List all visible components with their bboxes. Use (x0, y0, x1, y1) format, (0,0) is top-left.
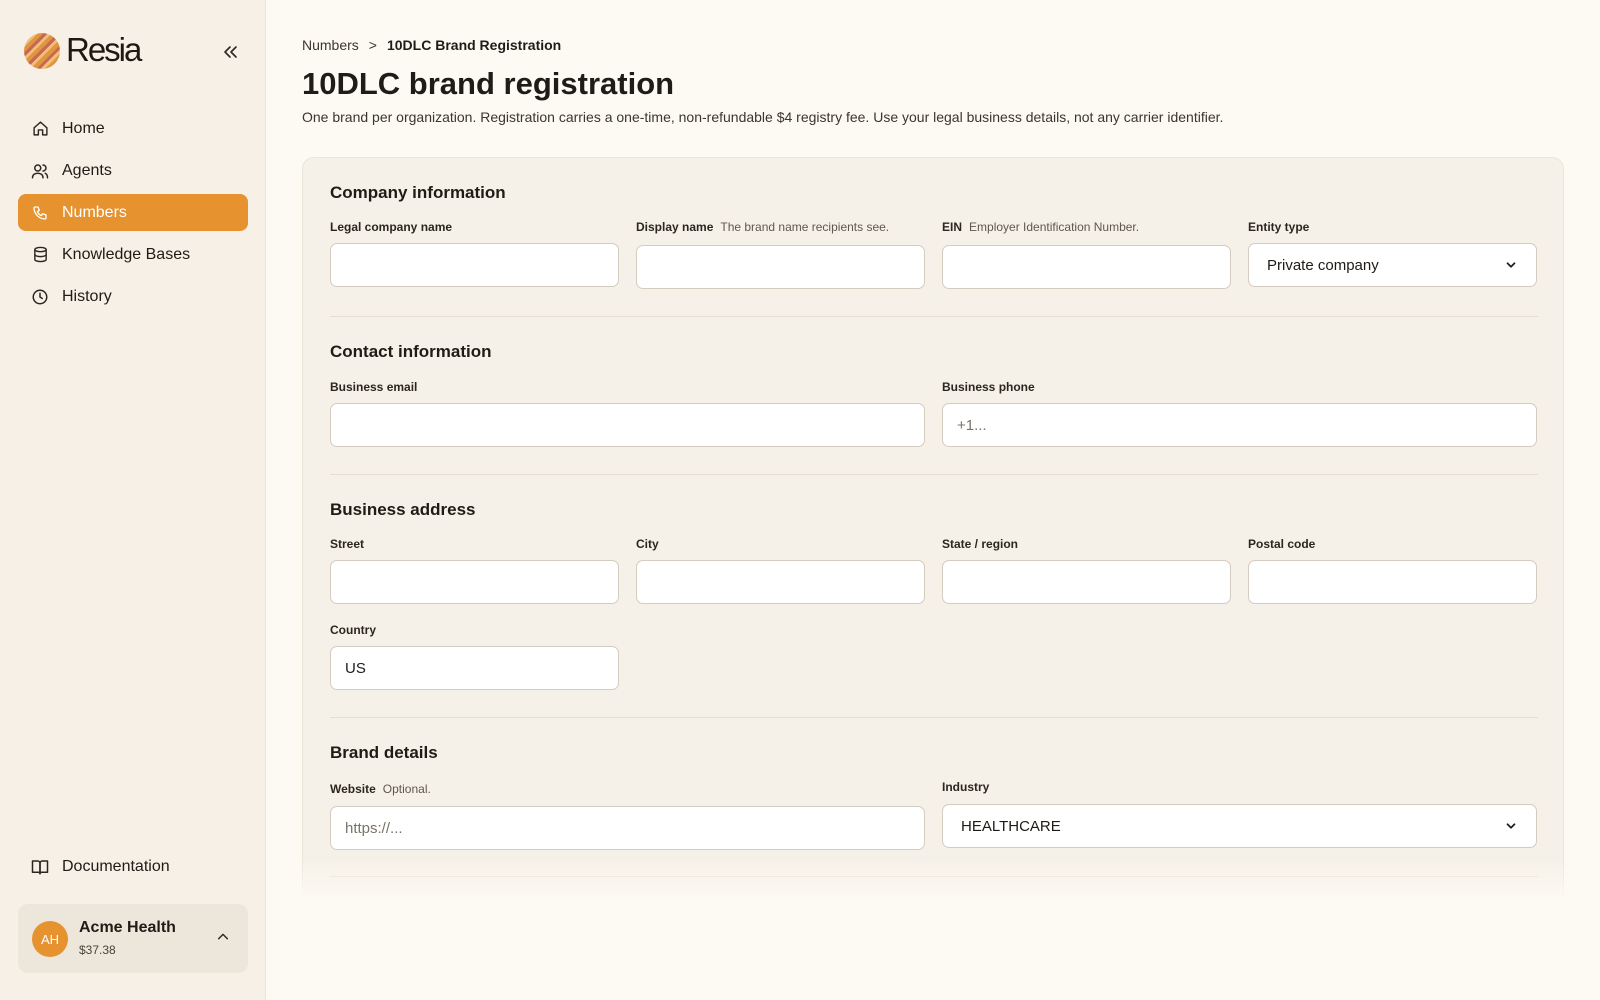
industry-select[interactable]: HEALTHCARE (942, 804, 1537, 848)
sidebar-item-numbers[interactable]: Numbers (18, 194, 248, 231)
industry-value: HEALTHCARE (961, 817, 1061, 835)
sidebar-item-home[interactable]: Home (18, 110, 248, 147)
collapse-sidebar-button[interactable] (218, 40, 242, 64)
display-name-hint: The brand name recipients see. (720, 220, 890, 234)
legal-company-name-input[interactable] (330, 243, 619, 287)
account-switcher[interactable]: AH Acme Health $37.38 (18, 904, 248, 973)
section-divider (330, 316, 1538, 317)
website-label: Website Optional. (330, 782, 431, 796)
ein-label-text: EIN (942, 220, 963, 234)
brand-registration-form: Company information Legal company name D… (302, 157, 1564, 897)
sidebar-item-label: Agents (62, 161, 112, 179)
documentation-label: Documentation (62, 857, 170, 875)
section-title-brand: Brand details (330, 743, 438, 762)
breadcrumb-numbers-link[interactable]: Numbers (302, 37, 359, 53)
industry-label: Industry (942, 780, 990, 794)
breadcrumb: Numbers > 10DLC Brand Registration (302, 37, 561, 53)
section-title-company: Company information (330, 183, 506, 202)
website-label-text: Website (330, 782, 376, 796)
ein-label: EIN Employer Identification Number. (942, 220, 1139, 234)
postal-code-input[interactable] (1248, 560, 1537, 604)
book-open-icon (31, 858, 49, 876)
sidebar-item-history[interactable]: History (18, 278, 248, 315)
entity-type-label: Entity type (1248, 220, 1310, 234)
section-divider (330, 474, 1538, 475)
section-title-contact: Contact information (330, 342, 492, 361)
chevron-up-icon (217, 933, 229, 940)
section-divider (330, 717, 1538, 718)
sidebar-item-label: Numbers (62, 203, 127, 221)
brand-logo[interactable]: Resia (24, 30, 244, 70)
account-name: Acme Health (79, 919, 176, 936)
entity-type-select[interactable]: Private company (1248, 243, 1537, 287)
sidebar-item-label: History (62, 287, 112, 305)
country-label: Country (330, 623, 376, 637)
street-input[interactable] (330, 560, 619, 604)
business-email-input[interactable] (330, 403, 925, 447)
sidebar-item-label: Knowledge Bases (62, 245, 191, 263)
business-phone-label: Business phone (942, 380, 1035, 394)
breadcrumb-current: 10DLC Brand Registration (386, 37, 562, 53)
page-title: 10DLC brand registration (302, 66, 675, 101)
city-label: City (636, 537, 659, 551)
entity-type-value: Private company (1267, 256, 1379, 274)
logo-text: Resia (66, 31, 142, 68)
users-icon (31, 162, 49, 180)
state-region-label: State / region (942, 537, 1019, 551)
avatar: AH (32, 921, 68, 957)
state-region-input[interactable] (942, 560, 1231, 604)
city-input[interactable] (636, 560, 925, 604)
business-email-label: Business email (330, 380, 418, 394)
clock-icon (31, 288, 49, 306)
scroll-fade (302, 860, 1564, 900)
chevron-down-icon (1506, 262, 1516, 268)
sidebar-item-label: Home (62, 119, 105, 137)
street-label: Street (330, 537, 365, 551)
breadcrumb-separator: > (368, 37, 377, 53)
section-title-address: Business address (330, 500, 476, 519)
account-balance: $37.38 (79, 943, 116, 957)
website-input[interactable] (330, 806, 925, 850)
ein-hint: Employer Identification Number. (969, 220, 1140, 234)
display-name-label: Display name The brand name recipients se… (636, 220, 889, 234)
sidebar-nav: Home Agents Numbers Knowledge Bases Hist… (18, 110, 248, 320)
ein-input[interactable] (942, 245, 1231, 289)
chevron-down-icon (1506, 823, 1516, 829)
logo-mark-icon (24, 33, 60, 69)
database-icon (31, 246, 49, 264)
page-description: One brand per organization. Registration… (302, 109, 1224, 125)
chevrons-left-icon (224, 46, 237, 58)
display-name-input[interactable] (636, 245, 925, 289)
country-input[interactable] (330, 646, 619, 690)
business-phone-input[interactable] (942, 403, 1537, 447)
legal-company-name-label: Legal company name (330, 220, 453, 234)
sidebar-item-documentation[interactable]: Documentation (18, 848, 248, 885)
home-icon (31, 120, 49, 138)
website-hint: Optional. (382, 782, 431, 796)
phone-icon (31, 204, 49, 222)
display-name-label-text: Display name (636, 220, 714, 234)
postal-code-label: Postal code (1248, 537, 1316, 551)
sidebar-item-knowledge-bases[interactable]: Knowledge Bases (18, 236, 248, 273)
sidebar-item-agents[interactable]: Agents (18, 152, 248, 189)
sidebar: Resia Home Agents Numbers Knowledge Base… (0, 0, 266, 1000)
